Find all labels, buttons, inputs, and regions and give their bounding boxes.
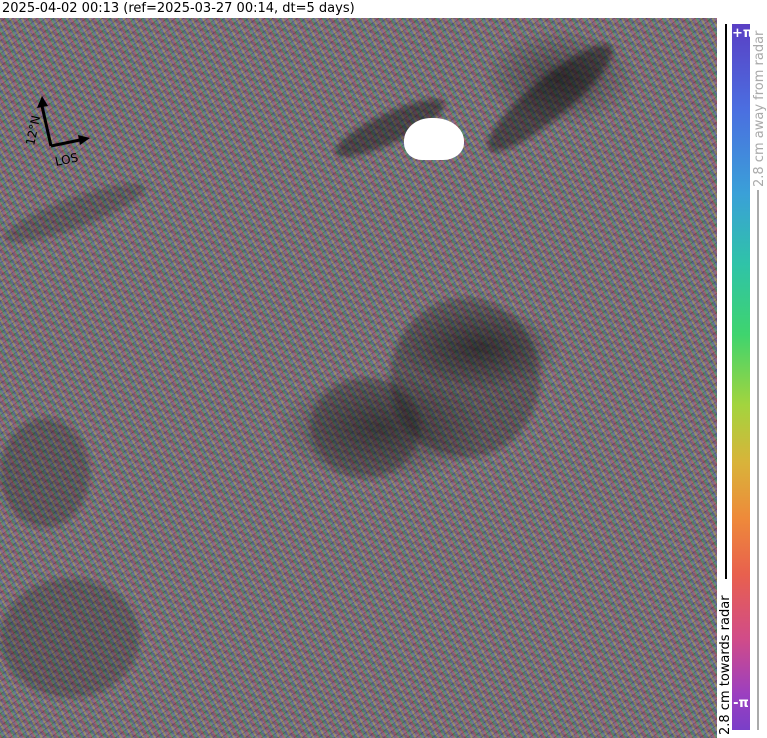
los-label: LOS: [54, 150, 80, 166]
los-arrow-icon: [50, 135, 90, 148]
towards-arrow-line: [725, 24, 727, 579]
figure-title: 2025-04-02 00:13 (ref=2025-03-27 00:14, …: [2, 1, 355, 16]
terrain-ridge: [0, 173, 151, 253]
terrain-ridge: [0, 578, 140, 698]
terrain-ridge: [310, 378, 420, 478]
colorbar-max-label: +π: [732, 26, 754, 41]
heading-label: 12°N: [23, 114, 43, 146]
terrain-ridge: [475, 31, 625, 165]
orientation-arrows: 12°N LOS: [23, 96, 90, 166]
interferogram-map: 12°N LOS: [0, 18, 717, 738]
phase-colorbar: [732, 24, 750, 730]
towards-radar-label: 2.8 cm towards radar: [718, 595, 733, 735]
terrain-ridge: [0, 418, 90, 528]
away-arrow-line: [757, 190, 759, 730]
away-from-radar-label: 2.8 cm away from radar: [752, 30, 767, 187]
no-data-mask: [404, 118, 464, 160]
colorbar-min-label: -π: [733, 696, 749, 711]
